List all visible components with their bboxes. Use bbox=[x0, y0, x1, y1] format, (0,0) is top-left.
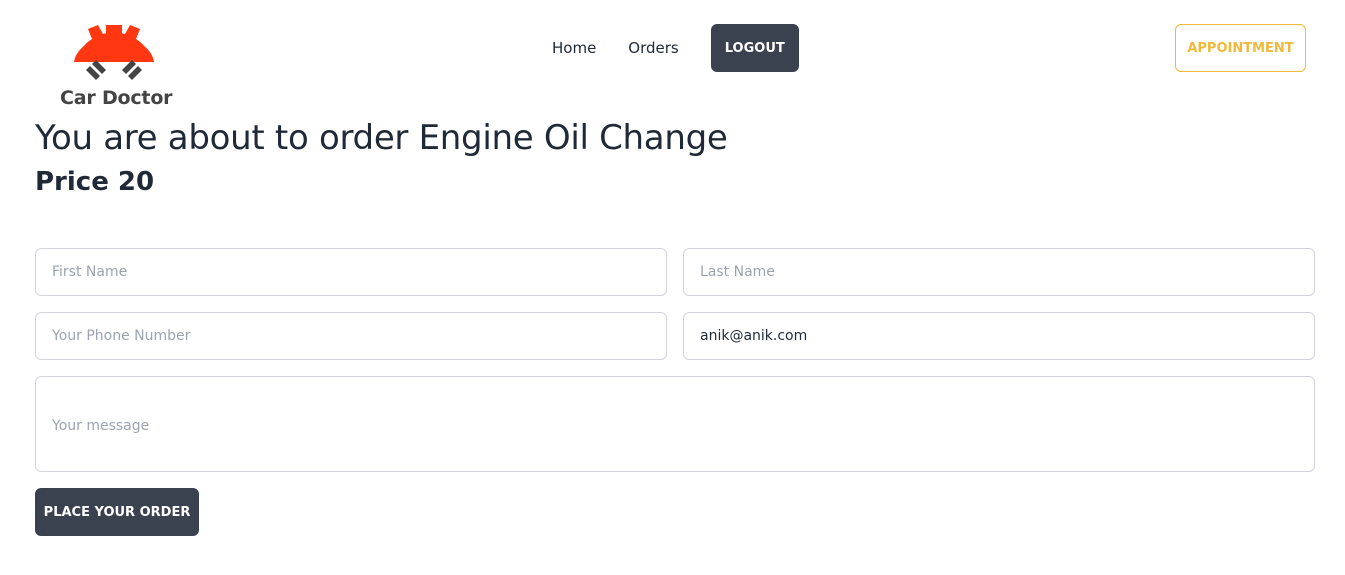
main-nav: Home Orders LOGOUT bbox=[536, 24, 799, 72]
nav-link-home[interactable]: Home bbox=[536, 39, 612, 57]
brand-logo[interactable]: Car Doctor bbox=[58, 22, 173, 110]
last-name-input[interactable] bbox=[683, 248, 1315, 296]
brand-name: Car Doctor bbox=[60, 87, 173, 109]
message-textarea[interactable] bbox=[35, 376, 1315, 472]
logout-button[interactable]: LOGOUT bbox=[710, 24, 799, 72]
first-name-input[interactable] bbox=[35, 248, 667, 296]
order-price: Price 20 bbox=[35, 167, 155, 197]
nav-link-orders[interactable]: Orders bbox=[612, 39, 694, 57]
navbar: Car Doctor Home Orders LOGOUT APPOINTMEN… bbox=[0, 0, 1345, 110]
place-order-button[interactable]: PLACE YOUR ORDER bbox=[35, 488, 199, 536]
page-title: You are about to order Engine Oil Change bbox=[35, 118, 728, 158]
phone-input[interactable] bbox=[35, 312, 667, 360]
email-input[interactable] bbox=[683, 312, 1315, 360]
appointment-button[interactable]: APPOINTMENT bbox=[1175, 24, 1306, 72]
gear-with-pistons-icon bbox=[62, 25, 166, 80]
